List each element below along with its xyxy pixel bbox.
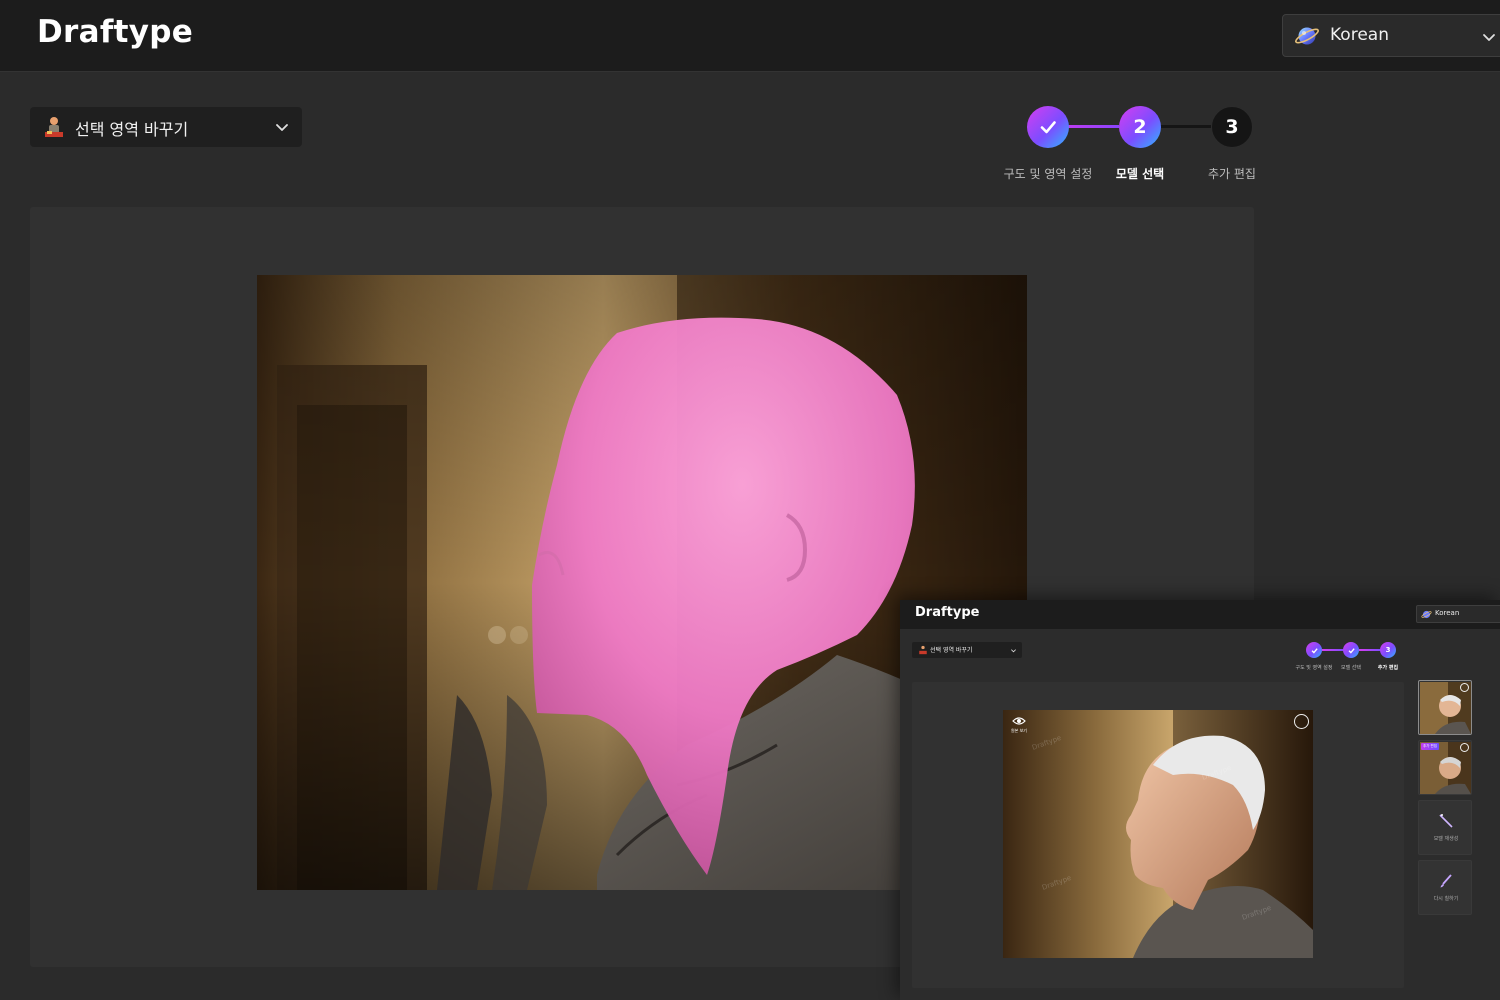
step-number: 3 [1225, 116, 1239, 138]
view-original-label: 원본 보기 [1011, 728, 1027, 733]
planet-globe-icon [1421, 610, 1432, 619]
step-connector [1155, 125, 1211, 128]
preview-logo: Draftype [915, 605, 980, 620]
step-number: 2 [1133, 116, 1147, 138]
tool-label: 다시 칠하기 [1433, 896, 1459, 902]
checkmark-icon [1348, 647, 1355, 654]
checkmark-icon [1311, 647, 1318, 654]
mannequin-icon [919, 645, 927, 655]
select-radio [1460, 743, 1469, 752]
language-label: Korean [1330, 25, 1389, 45]
mode-label: 선택 영역 바꾸기 [75, 120, 189, 139]
brush-icon [1440, 874, 1452, 888]
regenerate-model-tool: 모델 재생성 [1418, 800, 1472, 855]
preview-step-3-label: 추가 편집 [1377, 665, 1399, 671]
app-header: Draftype Korean [0, 0, 1500, 72]
chevron-down-icon [1011, 649, 1016, 653]
step-3-label: 추가 편집 [1208, 167, 1256, 181]
mode-select[interactable]: 선택 영역 바꾸기 [30, 107, 302, 147]
preview-language-label: Korean [1435, 609, 1460, 617]
app-logo[interactable]: Draftype [37, 14, 193, 50]
preview-step-2-label: 모델 선택 [1341, 665, 1361, 671]
preview-mode-select: 선택 영역 바꾸기 [912, 642, 1022, 658]
mannequin-icon [45, 117, 63, 137]
step-connector [1063, 125, 1119, 128]
preview-step-3: 3 [1380, 642, 1396, 658]
checkmark-icon [1040, 121, 1056, 134]
preview-step-1-label: 구도 및 영역 설정 [1295, 665, 1333, 671]
select-radio [1294, 714, 1309, 729]
chevron-down-icon [1483, 34, 1495, 41]
chevron-down-icon [276, 124, 288, 131]
step-3-pending[interactable]: 3 [1211, 106, 1253, 148]
step-1-done[interactable] [1027, 106, 1069, 148]
select-radio [1460, 683, 1469, 692]
thumbnail-result-2: 추가 편집 [1418, 740, 1472, 795]
preview-language-select: Korean [1416, 605, 1500, 623]
preview-canvas-panel: Draftype Draftype Draftype Draftype 원본 보… [912, 682, 1404, 988]
language-select[interactable]: Korean [1282, 14, 1500, 57]
generated-model-photo: Draftype Draftype Draftype Draftype [1003, 710, 1313, 958]
progress-stepper: 2 3 구도 및 영역 설정 모델 선택 추가 편집 [995, 104, 1275, 188]
thumbnail-result-1 [1418, 680, 1472, 735]
step-connector [1359, 649, 1381, 651]
step-number: 3 [1385, 646, 1391, 654]
step-2-current[interactable]: 2 [1119, 106, 1161, 148]
step-1-label: 구도 및 영역 설정 [1003, 167, 1093, 181]
eye-icon [1012, 717, 1026, 725]
preview-screenshot-overlay: Draftype Korean 선택 영역 바꾸기 3 구도 및 영역 설정 모… [900, 600, 1500, 1000]
preview-header: Draftype Korean [900, 600, 1500, 629]
preview-mode-label: 선택 영역 바꾸기 [930, 647, 973, 654]
preview-stepper: 3 구도 및 영역 설정 모델 선택 추가 편집 [1296, 642, 1412, 676]
wand-icon [1439, 814, 1453, 828]
preview-step-2 [1343, 642, 1359, 658]
thumbnail-tag: 추가 편집 [1421, 743, 1439, 750]
preview-step-1 [1306, 642, 1322, 658]
repaint-tool: 다시 칠하기 [1418, 860, 1472, 915]
step-connector [1322, 649, 1344, 651]
planet-globe-icon [1295, 27, 1319, 45]
tool-label: 모델 재생성 [1433, 836, 1459, 842]
step-2-label: 모델 선택 [1115, 167, 1165, 181]
